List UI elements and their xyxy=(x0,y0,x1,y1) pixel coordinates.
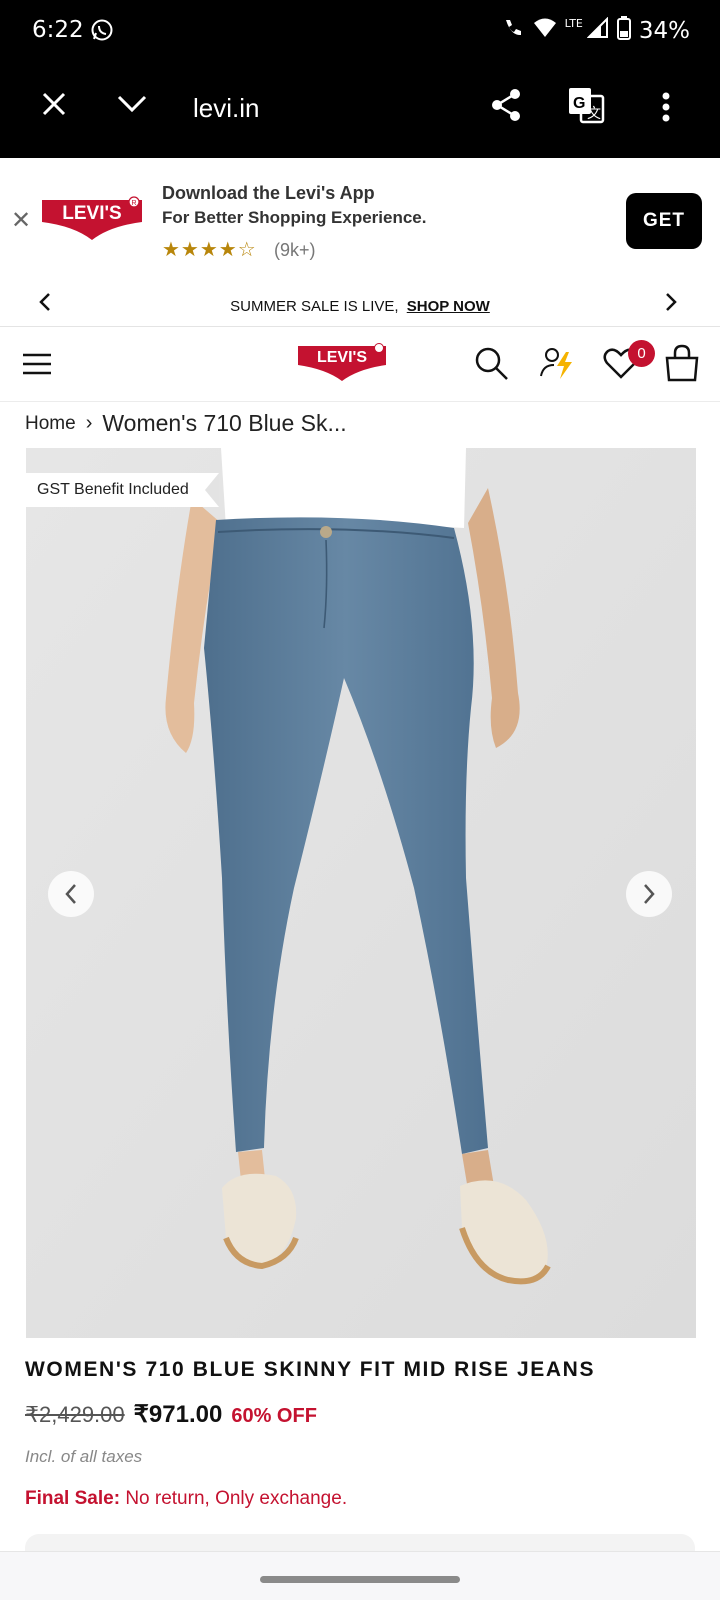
jeans-photo xyxy=(26,448,696,1338)
home-gesture-handle[interactable] xyxy=(260,1576,460,1583)
banner-title: Download the Levi's App xyxy=(162,183,375,203)
status-right: LTE 34% xyxy=(501,16,690,46)
product-title: WOMEN'S 710 BLUE SKINNY FIT MID RISE JEA… xyxy=(25,1358,596,1381)
status-bar: 6:22 LTE 34% xyxy=(0,0,720,62)
logo-text: LEVI'S xyxy=(62,203,121,224)
wishlist-count-badge: 0 xyxy=(628,340,655,367)
signal-icon xyxy=(586,16,609,45)
product-image[interactable] xyxy=(26,448,696,1338)
wifi-calling-icon xyxy=(501,16,525,46)
chevron-down-icon[interactable] xyxy=(116,94,148,119)
network-type: LTE xyxy=(564,16,583,30)
tax-note: Incl. of all taxes xyxy=(25,1447,143,1466)
banner-close-icon[interactable]: ✕ xyxy=(11,206,31,235)
translate-icon[interactable]: G文 xyxy=(567,86,605,129)
original-price: ₹2,429.00 xyxy=(25,1402,125,1427)
get-app-button[interactable]: GET xyxy=(626,193,702,249)
close-icon[interactable] xyxy=(40,90,68,123)
more-options-icon[interactable] xyxy=(660,92,672,127)
breadcrumb-separator: › xyxy=(85,412,93,434)
battery-icon xyxy=(616,16,631,46)
image-prev-button[interactable] xyxy=(48,871,94,917)
whatsapp-icon xyxy=(90,18,114,47)
quick-login-icon[interactable] xyxy=(538,344,576,387)
status-time: 6:22 xyxy=(32,17,84,43)
image-next-button[interactable] xyxy=(626,871,672,917)
header-logo-text: LEVI'S xyxy=(317,349,367,366)
promo-text: SUMMER SALE IS LIVE, xyxy=(230,298,399,315)
review-count: (9k+) xyxy=(274,240,316,260)
header-logo[interactable]: LEVI'S xyxy=(296,342,388,389)
svg-text:G: G xyxy=(573,95,585,112)
breadcrumb: Home › Women's 710 Blue Sk... xyxy=(25,410,347,437)
chevron-left-icon xyxy=(65,884,76,904)
rating-stars: ★★★★☆ xyxy=(162,239,257,261)
final-sale-note: Final Sale: No return, Only exchange. xyxy=(25,1488,347,1510)
breadcrumb-home[interactable]: Home xyxy=(25,413,76,435)
sale-price: ₹971.00 xyxy=(133,1401,223,1428)
hamburger-menu-icon[interactable] xyxy=(22,352,52,381)
chevron-right-icon xyxy=(644,884,655,904)
site-header: LEVI'S xyxy=(0,328,720,402)
discount-badge: 60% OFF xyxy=(231,1405,317,1427)
final-sale-label: Final Sale: xyxy=(25,1488,121,1509)
svg-text:文: 文 xyxy=(587,106,601,122)
gst-benefit-tag: GST Benefit Included xyxy=(26,473,219,507)
search-icon[interactable] xyxy=(474,346,510,387)
url-text[interactable]: levi.in xyxy=(193,93,259,124)
shop-now-link[interactable]: SHOP NOW xyxy=(407,298,490,315)
price-row: ₹2,429.00 ₹971.00 60% OFF xyxy=(25,1400,317,1429)
svg-text:R: R xyxy=(131,200,136,207)
wifi-icon xyxy=(533,17,557,45)
promo-next-icon[interactable] xyxy=(664,291,678,319)
shopping-bag-icon[interactable] xyxy=(665,344,699,387)
banner-subtitle: For Better Shopping Experience. xyxy=(162,208,427,227)
browser-toolbar: levi.in G文 xyxy=(0,62,720,158)
share-icon[interactable] xyxy=(490,88,522,127)
battery-percent: 34% xyxy=(638,18,690,44)
promo-strip: SUMMER SALE IS LIVE, SHOP NOW xyxy=(0,283,720,327)
breadcrumb-current: Women's 710 Blue Sk... xyxy=(102,410,347,436)
levis-logo: LEVI'S R xyxy=(40,196,144,249)
promo-message: SUMMER SALE IS LIVE, SHOP NOW xyxy=(0,298,720,315)
final-sale-text: No return, Only exchange. xyxy=(125,1488,348,1509)
